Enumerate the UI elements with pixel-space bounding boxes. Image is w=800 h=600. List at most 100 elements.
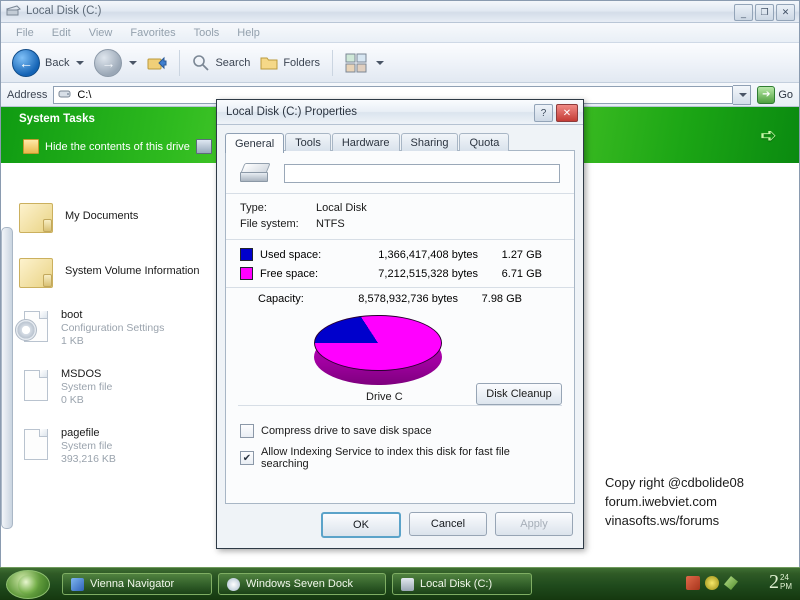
used-space-label: Used space: bbox=[260, 248, 322, 261]
forward-button[interactable]: → bbox=[89, 47, 142, 79]
system-tasks-title: System Tasks bbox=[19, 113, 95, 125]
views-chevron-down-icon[interactable] bbox=[376, 60, 385, 65]
dialog-buttons: OK Cancel Apply bbox=[321, 512, 573, 538]
type-value: Local Disk bbox=[316, 202, 367, 214]
start-button[interactable] bbox=[6, 570, 50, 599]
back-chevron-down-icon[interactable] bbox=[76, 60, 85, 65]
capacity-bytes: 8,578,932,736 bytes bbox=[358, 293, 458, 305]
filesystem-value: NTFS bbox=[316, 218, 345, 230]
list-item[interactable]: System Volume Information bbox=[17, 254, 200, 288]
clock-hour: 2 bbox=[769, 571, 779, 593]
capacity-row: Capacity: 8,578,932,736 bytes 7.98 GB bbox=[226, 288, 574, 309]
list-item[interactable]: My Documents bbox=[17, 199, 138, 233]
maximize-icon[interactable]: ❐ bbox=[755, 4, 774, 21]
search-icon bbox=[193, 54, 210, 71]
list-item-type: Configuration Settings bbox=[61, 322, 165, 334]
filesystem-row: File system: NTFS bbox=[226, 216, 574, 232]
allow-indexing-checkbox[interactable]: ✔ bbox=[240, 451, 254, 465]
drive-small-icon bbox=[58, 90, 71, 98]
compress-drive-row[interactable]: Compress drive to save disk space bbox=[226, 420, 574, 442]
filesystem-key: File system: bbox=[240, 218, 299, 230]
taskbar-item-label: Windows Seven Dock bbox=[246, 578, 353, 590]
compress-drive-checkbox[interactable] bbox=[240, 424, 254, 438]
list-item-type: System file bbox=[61, 381, 113, 393]
dialog-close-icon[interactable]: ✕ bbox=[556, 104, 578, 122]
list-item-type: System file bbox=[61, 440, 113, 452]
taskbar-item-vienna-navigator[interactable]: Vienna Navigator bbox=[62, 573, 212, 595]
hard-drive-icon bbox=[239, 163, 271, 183]
apply-button: Apply bbox=[495, 512, 573, 536]
help-icon[interactable]: ? bbox=[534, 104, 553, 122]
window-controls: _ ❐ ✕ bbox=[734, 4, 795, 21]
menu-tools[interactable]: Tools bbox=[185, 25, 229, 41]
tray-icon-shield[interactable] bbox=[705, 576, 719, 590]
close-icon[interactable]: ✕ bbox=[776, 4, 795, 21]
allow-indexing-row[interactable]: ✔ Allow Indexing Service to index this d… bbox=[226, 442, 574, 474]
volume-label-input[interactable] bbox=[284, 163, 560, 183]
toolbar: ← Back → Search Folders bbox=[1, 43, 799, 83]
views-grid-icon bbox=[345, 53, 367, 72]
menu-file[interactable]: File bbox=[7, 25, 43, 41]
taskbar-item-local-disk[interactable]: Local Disk (C:) bbox=[392, 573, 532, 595]
disk-cleanup-button[interactable]: Disk Cleanup bbox=[476, 383, 562, 405]
tray-icon-network[interactable] bbox=[686, 576, 700, 590]
search-button[interactable]: Search bbox=[187, 52, 255, 74]
taskbar-item-label: Vienna Navigator bbox=[90, 578, 175, 590]
vienna-navigator-icon bbox=[71, 577, 84, 591]
watermark-line-3: vinasofts.ws/forums bbox=[605, 513, 720, 528]
image-thumb-icon bbox=[195, 139, 212, 154]
cancel-button[interactable]: Cancel bbox=[409, 512, 487, 536]
used-space-gb: 1.27 GB bbox=[501, 248, 542, 261]
vertical-scrollbar[interactable] bbox=[1, 227, 13, 529]
menu-favorites[interactable]: Favorites bbox=[121, 25, 184, 41]
folders-button[interactable]: Folders bbox=[255, 53, 325, 73]
list-item-name: MSDOS bbox=[61, 368, 102, 380]
allow-indexing-label: Allow Indexing Service to index this dis… bbox=[260, 446, 510, 470]
free-space-swatch bbox=[240, 267, 253, 280]
general-tab-pane: Type: Local Disk File system: NTFS Used … bbox=[225, 150, 575, 504]
file-icon bbox=[21, 427, 51, 461]
taskbar: Vienna Navigator Windows Seven Dock Loca… bbox=[0, 567, 800, 600]
drive-icon bbox=[401, 577, 414, 591]
forward-chevron-down-icon[interactable] bbox=[129, 60, 138, 65]
start-orb-icon bbox=[18, 574, 38, 595]
taskbar-item-windows-seven-dock[interactable]: Windows Seven Dock bbox=[218, 573, 386, 595]
tab-tools[interactable]: Tools bbox=[285, 133, 331, 151]
free-space-bytes: 7,212,515,328 bytes bbox=[378, 267, 478, 280]
list-item[interactable]: boot Configuration Settings 1 KB bbox=[15, 309, 165, 348]
hide-contents-link[interactable]: Hide the contents of this drive bbox=[23, 139, 212, 154]
list-item-size: 1 KB bbox=[61, 335, 84, 347]
toolbar-separator-2 bbox=[332, 49, 334, 76]
tab-general[interactable]: General bbox=[225, 133, 285, 153]
chevron-right-icon[interactable]: ➪ bbox=[760, 123, 777, 148]
taskbar-clock[interactable]: 2 24 PM bbox=[769, 572, 792, 592]
back-label: Back bbox=[45, 56, 70, 69]
tab-hardware[interactable]: Hardware bbox=[331, 133, 400, 151]
tab-sharing[interactable]: Sharing bbox=[400, 133, 459, 151]
address-chevron-down-icon[interactable] bbox=[733, 84, 752, 105]
list-item[interactable]: MSDOS System file 0 KB bbox=[21, 368, 112, 407]
free-space-label: Free space: bbox=[260, 267, 319, 280]
tab-quota[interactable]: Quota bbox=[459, 133, 510, 151]
go-button[interactable]: ➔ Go bbox=[751, 85, 799, 104]
list-item-size: 393,216 KB bbox=[61, 453, 116, 465]
menu-edit[interactable]: Edit bbox=[43, 25, 80, 41]
forward-arrow-icon: → bbox=[94, 48, 123, 77]
views-button[interactable] bbox=[340, 50, 389, 76]
tray-icon-plug[interactable] bbox=[724, 576, 738, 590]
screen: Local Disk (C:) _ ❐ ✕ File Edit View Fav… bbox=[0, 0, 800, 600]
menu-view[interactable]: View bbox=[80, 25, 122, 41]
minimize-icon[interactable]: _ bbox=[734, 4, 753, 21]
back-button[interactable]: ← Back bbox=[7, 47, 89, 79]
ok-button[interactable]: OK bbox=[321, 512, 401, 538]
list-item[interactable]: pagefile System file 393,216 KB bbox=[21, 427, 116, 466]
list-item-size: 0 KB bbox=[61, 394, 84, 406]
up-button[interactable] bbox=[142, 52, 172, 74]
list-item-name: My Documents bbox=[65, 210, 139, 222]
pie-chart-graphic bbox=[314, 315, 442, 389]
capacity-label: Capacity: bbox=[258, 293, 304, 305]
folder-icon bbox=[17, 199, 55, 233]
hide-contents-label: Hide the contents of this drive bbox=[45, 140, 190, 153]
dialog-tabs: General Tools Hardware Sharing Quota bbox=[225, 132, 510, 153]
menu-help[interactable]: Help bbox=[228, 25, 269, 41]
